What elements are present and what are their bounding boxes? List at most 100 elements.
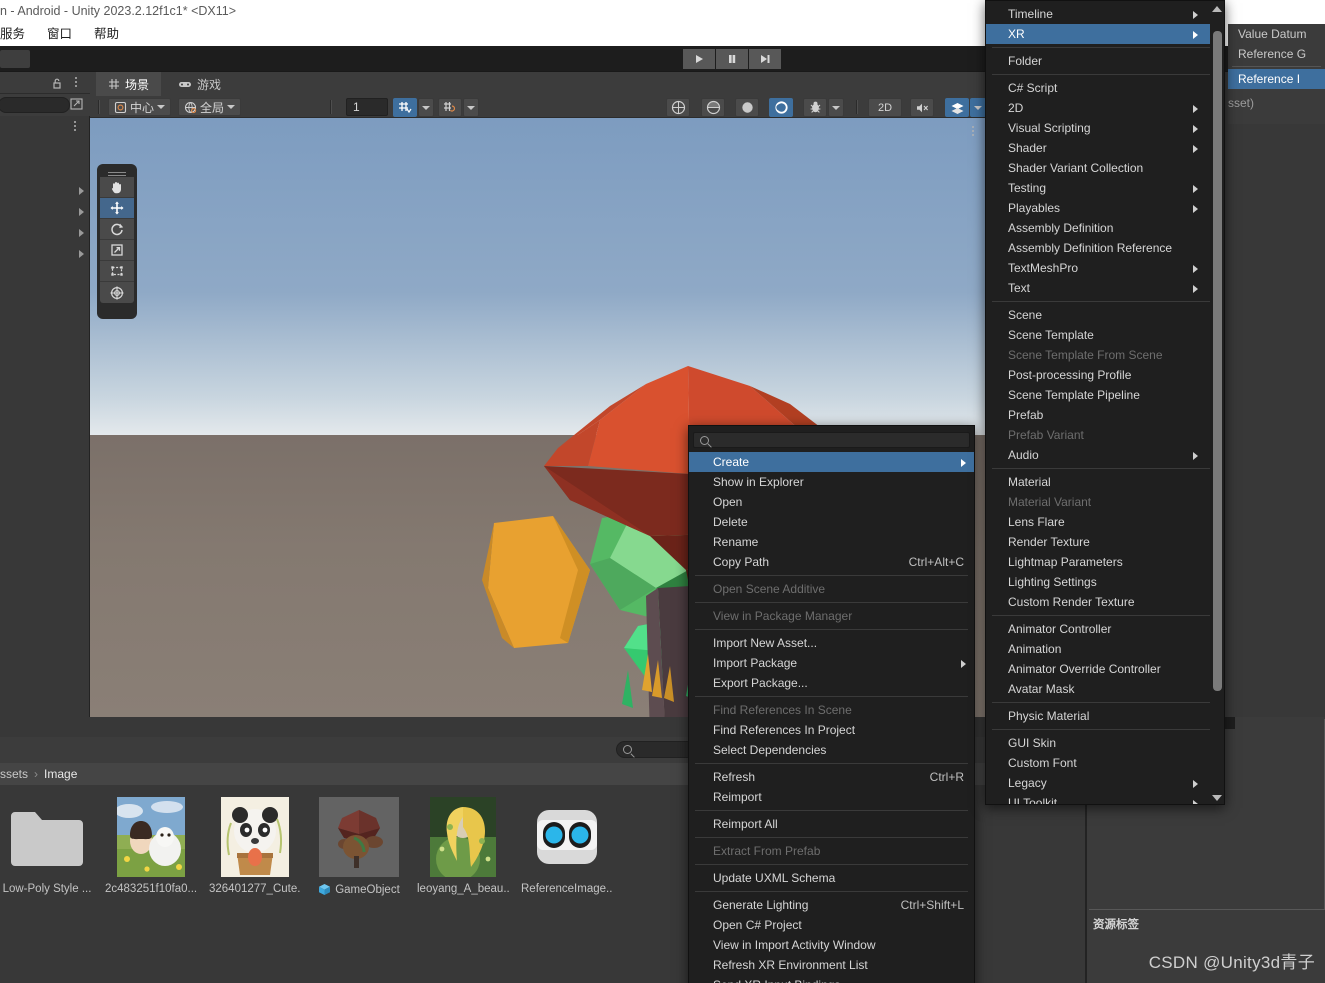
tree-row[interactable] — [0, 203, 90, 224]
palette-grip[interactable] — [100, 167, 134, 177]
context-menu-item[interactable]: Refresh XR Environment List — [689, 955, 974, 975]
scene-visibility-button[interactable] — [945, 98, 969, 117]
breadcrumb-assets[interactable]: ssets — [0, 767, 28, 781]
create-submenu-item[interactable]: Animator Override Controller — [986, 659, 1224, 679]
context-menu-item[interactable]: Create — [689, 452, 974, 472]
menu-item-window[interactable]: 窗口 — [47, 25, 72, 43]
create-submenu-item[interactable]: Shader — [986, 138, 1224, 158]
menu-item-reference-i[interactable]: Reference I — [1228, 69, 1325, 89]
draw-mode-button[interactable] — [701, 98, 725, 117]
play-button[interactable] — [683, 49, 715, 69]
context-menu-item[interactable]: Import New Asset... — [689, 633, 974, 653]
submenu-scrollbar[interactable] — [1210, 1, 1224, 804]
create-submenu-item[interactable]: Assembly Definition Reference — [986, 238, 1224, 258]
create-submenu-item[interactable]: Visual Scripting — [986, 118, 1224, 138]
scroll-up-arrow[interactable] — [1210, 1, 1224, 17]
rect-tool-button[interactable] — [100, 261, 134, 282]
scrollbar-thumb[interactable] — [1213, 31, 1222, 691]
chevron-right-icon[interactable] — [79, 187, 84, 195]
chevron-right-icon[interactable] — [79, 250, 84, 258]
chevron-down-icon[interactable] — [157, 105, 166, 109]
effects-dropdown[interactable] — [828, 98, 844, 117]
create-submenu-item[interactable]: Audio — [986, 445, 1224, 465]
tab-scene[interactable]: 场景 — [96, 72, 162, 96]
tree-row[interactable] — [0, 224, 90, 245]
create-submenu-item[interactable]: 2D — [986, 98, 1224, 118]
context-menu-item[interactable]: Reimport All — [689, 814, 974, 834]
menu-item-services[interactable]: 服务 — [0, 25, 25, 43]
context-menu-item[interactable]: Send XR Input Bindings — [689, 975, 974, 983]
create-submenu-item[interactable]: Avatar Mask — [986, 679, 1224, 699]
project-menu-icon[interactable] — [69, 119, 81, 135]
audio-toggle-button[interactable] — [769, 98, 793, 117]
asset-item[interactable]: 2c483251f10fa0... — [105, 797, 197, 896]
create-submenu-item[interactable]: Folder — [986, 51, 1224, 71]
scene-overflow-menu-icon[interactable] — [967, 124, 979, 138]
asset-item[interactable]: leoyang_A_beau... — [417, 797, 509, 896]
step-button[interactable] — [749, 49, 781, 69]
create-submenu-item[interactable]: Lens Flare — [986, 512, 1224, 532]
create-submenu-item[interactable]: Shader Variant Collection — [986, 158, 1224, 178]
create-submenu-item[interactable]: Scene Template — [986, 325, 1224, 345]
create-submenu-item[interactable]: Scene — [986, 305, 1224, 325]
create-submenu-item[interactable]: XR — [986, 24, 1224, 44]
asset-item[interactable]: GameObject — [316, 797, 402, 896]
open-external-icon[interactable] — [68, 96, 88, 114]
create-submenu-item[interactable]: Legacy — [986, 773, 1224, 793]
create-submenu-item[interactable]: Lighting Settings — [986, 572, 1224, 592]
hierarchy-search-input[interactable] — [0, 97, 70, 113]
create-submenu-item[interactable]: Animator Controller — [986, 619, 1224, 639]
scroll-down-arrow[interactable] — [1210, 790, 1224, 804]
pause-button[interactable] — [716, 49, 748, 69]
breadcrumb-image[interactable]: Image — [44, 767, 77, 781]
asset-item[interactable]: Low-Poly Style ... — [3, 797, 91, 896]
asset-item[interactable]: ReferenceImage... — [521, 797, 613, 896]
asset-item[interactable]: 326401277_Cute... — [209, 797, 301, 896]
grid-snap-dropdown[interactable] — [418, 98, 434, 117]
tree-row[interactable] — [0, 245, 90, 266]
lock-icon[interactable] — [50, 76, 64, 90]
context-menu-item[interactable]: Show in Explorer — [689, 472, 974, 492]
context-menu-item[interactable]: Copy Path Ctrl+Alt+C — [689, 552, 974, 572]
create-submenu-item[interactable]: Prefab — [986, 405, 1224, 425]
tab-game[interactable]: 游戏 — [166, 72, 233, 96]
menu-item-help[interactable]: 帮助 — [94, 25, 119, 43]
context-menu-item[interactable]: Update UXML Schema — [689, 868, 974, 888]
context-menu-item[interactable]: Select Dependencies — [689, 740, 974, 760]
tree-row[interactable] — [0, 182, 90, 203]
toolbar-left-chip[interactable] — [0, 50, 30, 68]
hierarchy-menu-icon[interactable] — [70, 75, 82, 91]
move-tool-button[interactable] — [100, 198, 134, 219]
mute-audio-button[interactable] — [910, 98, 934, 117]
context-menu-item[interactable]: Find References In Project — [689, 720, 974, 740]
scene-visibility-dropdown[interactable] — [970, 98, 986, 117]
context-menu-item[interactable]: Generate Lighting Ctrl+Shift+L — [689, 895, 974, 915]
context-menu-item[interactable]: Refresh Ctrl+R — [689, 767, 974, 787]
context-menu-item[interactable]: Export Package... — [689, 673, 974, 693]
create-submenu-item[interactable]: Testing — [986, 178, 1224, 198]
menu-item-value-datum[interactable]: Value Datum — [1228, 24, 1325, 44]
pivot-mode-dropdown[interactable]: 中心 — [108, 98, 172, 116]
create-submenu-item[interactable]: Render Texture — [986, 532, 1224, 552]
rotate-tool-button[interactable] — [100, 219, 134, 240]
create-submenu-item[interactable]: Physic Material — [986, 706, 1224, 726]
create-submenu-item[interactable]: Lightmap Parameters — [986, 552, 1224, 572]
shading-mode-button[interactable] — [666, 98, 690, 117]
context-menu-item[interactable]: Open C# Project — [689, 915, 974, 935]
context-menu-item[interactable]: Import Package — [689, 653, 974, 673]
chevron-right-icon[interactable] — [79, 208, 84, 216]
create-submenu-item[interactable]: TextMeshPro — [986, 258, 1224, 278]
snap-increment-button[interactable] — [438, 98, 462, 117]
lighting-toggle-button[interactable] — [735, 98, 759, 117]
space-mode-dropdown[interactable]: 全局 — [178, 98, 242, 116]
menu-item-reference-g[interactable]: Reference G — [1228, 44, 1325, 64]
create-submenu-item[interactable]: Post-processing Profile — [986, 365, 1224, 385]
create-submenu-item[interactable]: C# Script — [986, 78, 1224, 98]
create-submenu-item[interactable]: Playables — [986, 198, 1224, 218]
chevron-right-icon[interactable] — [79, 229, 84, 237]
create-submenu-item[interactable]: Assembly Definition — [986, 218, 1224, 238]
scale-tool-button[interactable] — [100, 240, 134, 261]
create-submenu-item[interactable]: Scene Template Pipeline — [986, 385, 1224, 405]
create-submenu-item[interactable]: Custom Font — [986, 753, 1224, 773]
context-menu-item[interactable]: View in Import Activity Window — [689, 935, 974, 955]
